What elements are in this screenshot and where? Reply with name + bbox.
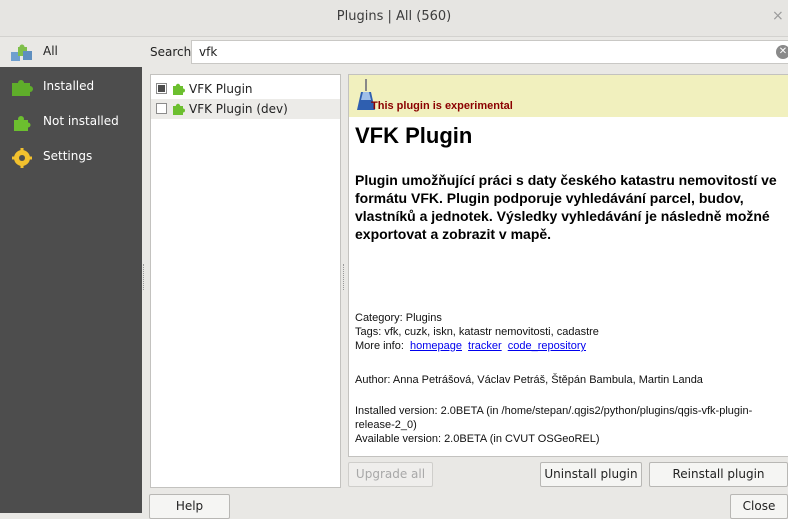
plugin-list: VFK Plugin VFK Plugin (dev) <box>150 74 341 488</box>
plugin-enabled-checkbox[interactable] <box>156 83 167 94</box>
tracker-link[interactable]: tracker <box>468 340 502 352</box>
close-window-icon[interactable]: × <box>772 8 788 26</box>
experimental-warning-banner: This plugin is experimental <box>349 75 788 117</box>
clear-search-icon[interactable]: ✕ <box>776 45 788 59</box>
search-input[interactable]: vfk ✕ <box>191 40 788 64</box>
puzzle-icon <box>173 83 185 95</box>
plugin-title: VFK Plugin <box>355 123 473 148</box>
sidebar-item-installed[interactable]: Installed <box>0 72 142 102</box>
all-plugins-icon <box>11 44 32 61</box>
help-button[interactable]: Help <box>149 494 230 519</box>
installed-puzzle-icon <box>12 80 33 96</box>
plugin-author: Author: Anna Petrášová, Václav Petráš, Š… <box>355 374 703 386</box>
search-value: vfk <box>199 45 218 59</box>
plugin-enabled-checkbox[interactable] <box>156 103 167 114</box>
not-installed-puzzle-icon <box>14 116 31 131</box>
plugin-category: Category: Plugins <box>355 312 442 324</box>
sidebar-item-all[interactable]: All <box>0 37 142 67</box>
sidebar-item-label: Not installed <box>43 114 119 128</box>
code-repository-link[interactable]: code_repository <box>508 340 586 352</box>
list-item[interactable]: VFK Plugin <box>151 79 340 99</box>
search-label: Search <box>150 45 192 59</box>
window-title: Plugins | All (560) <box>336 9 452 24</box>
installed-version: Installed version: 2.0BETA (in /home/ste… <box>355 405 753 431</box>
settings-gear-icon <box>12 148 32 168</box>
uninstall-plugin-button[interactable]: Uninstall plugin <box>540 462 642 487</box>
plugin-tags: Tags: vfk, cuzk, iskn, katastr nemovitos… <box>355 326 599 338</box>
upgrade-all-button[interactable]: Upgrade all <box>348 462 433 487</box>
plugin-details-panel: This plugin is experimental VFK Plugin P… <box>348 74 788 457</box>
list-splitter-handle[interactable] <box>343 264 346 290</box>
close-button[interactable]: Close <box>730 494 788 519</box>
sidebar-item-label: All <box>43 44 58 58</box>
experimental-warning-text: This plugin is experimental <box>371 100 513 112</box>
more-info-label: More info: <box>355 340 404 352</box>
sidebar-item-label: Installed <box>43 79 95 93</box>
sidebar: All Installed Not installed Settings <box>0 37 142 513</box>
plugin-name: VFK Plugin (dev) <box>189 102 288 116</box>
available-version: Available version: 2.0BETA (in CVUT OSGe… <box>355 433 600 445</box>
sidebar-item-settings[interactable]: Settings <box>0 142 142 172</box>
title-bar: Plugins | All (560) × <box>0 0 788 37</box>
sidebar-splitter-handle[interactable] <box>143 264 146 290</box>
plugin-name: VFK Plugin <box>189 82 253 96</box>
list-item[interactable]: VFK Plugin (dev) <box>151 99 340 119</box>
reinstall-plugin-button[interactable]: Reinstall plugin <box>649 462 788 487</box>
plugin-description: Plugin umožňující práci s daty českého k… <box>355 172 777 242</box>
homepage-link[interactable]: homepage <box>410 340 462 352</box>
sidebar-item-not-installed[interactable]: Not installed <box>0 107 142 137</box>
sidebar-item-label: Settings <box>43 149 93 163</box>
puzzle-icon <box>173 103 185 115</box>
more-info-row: More info: homepage tracker code_reposit… <box>355 339 586 353</box>
